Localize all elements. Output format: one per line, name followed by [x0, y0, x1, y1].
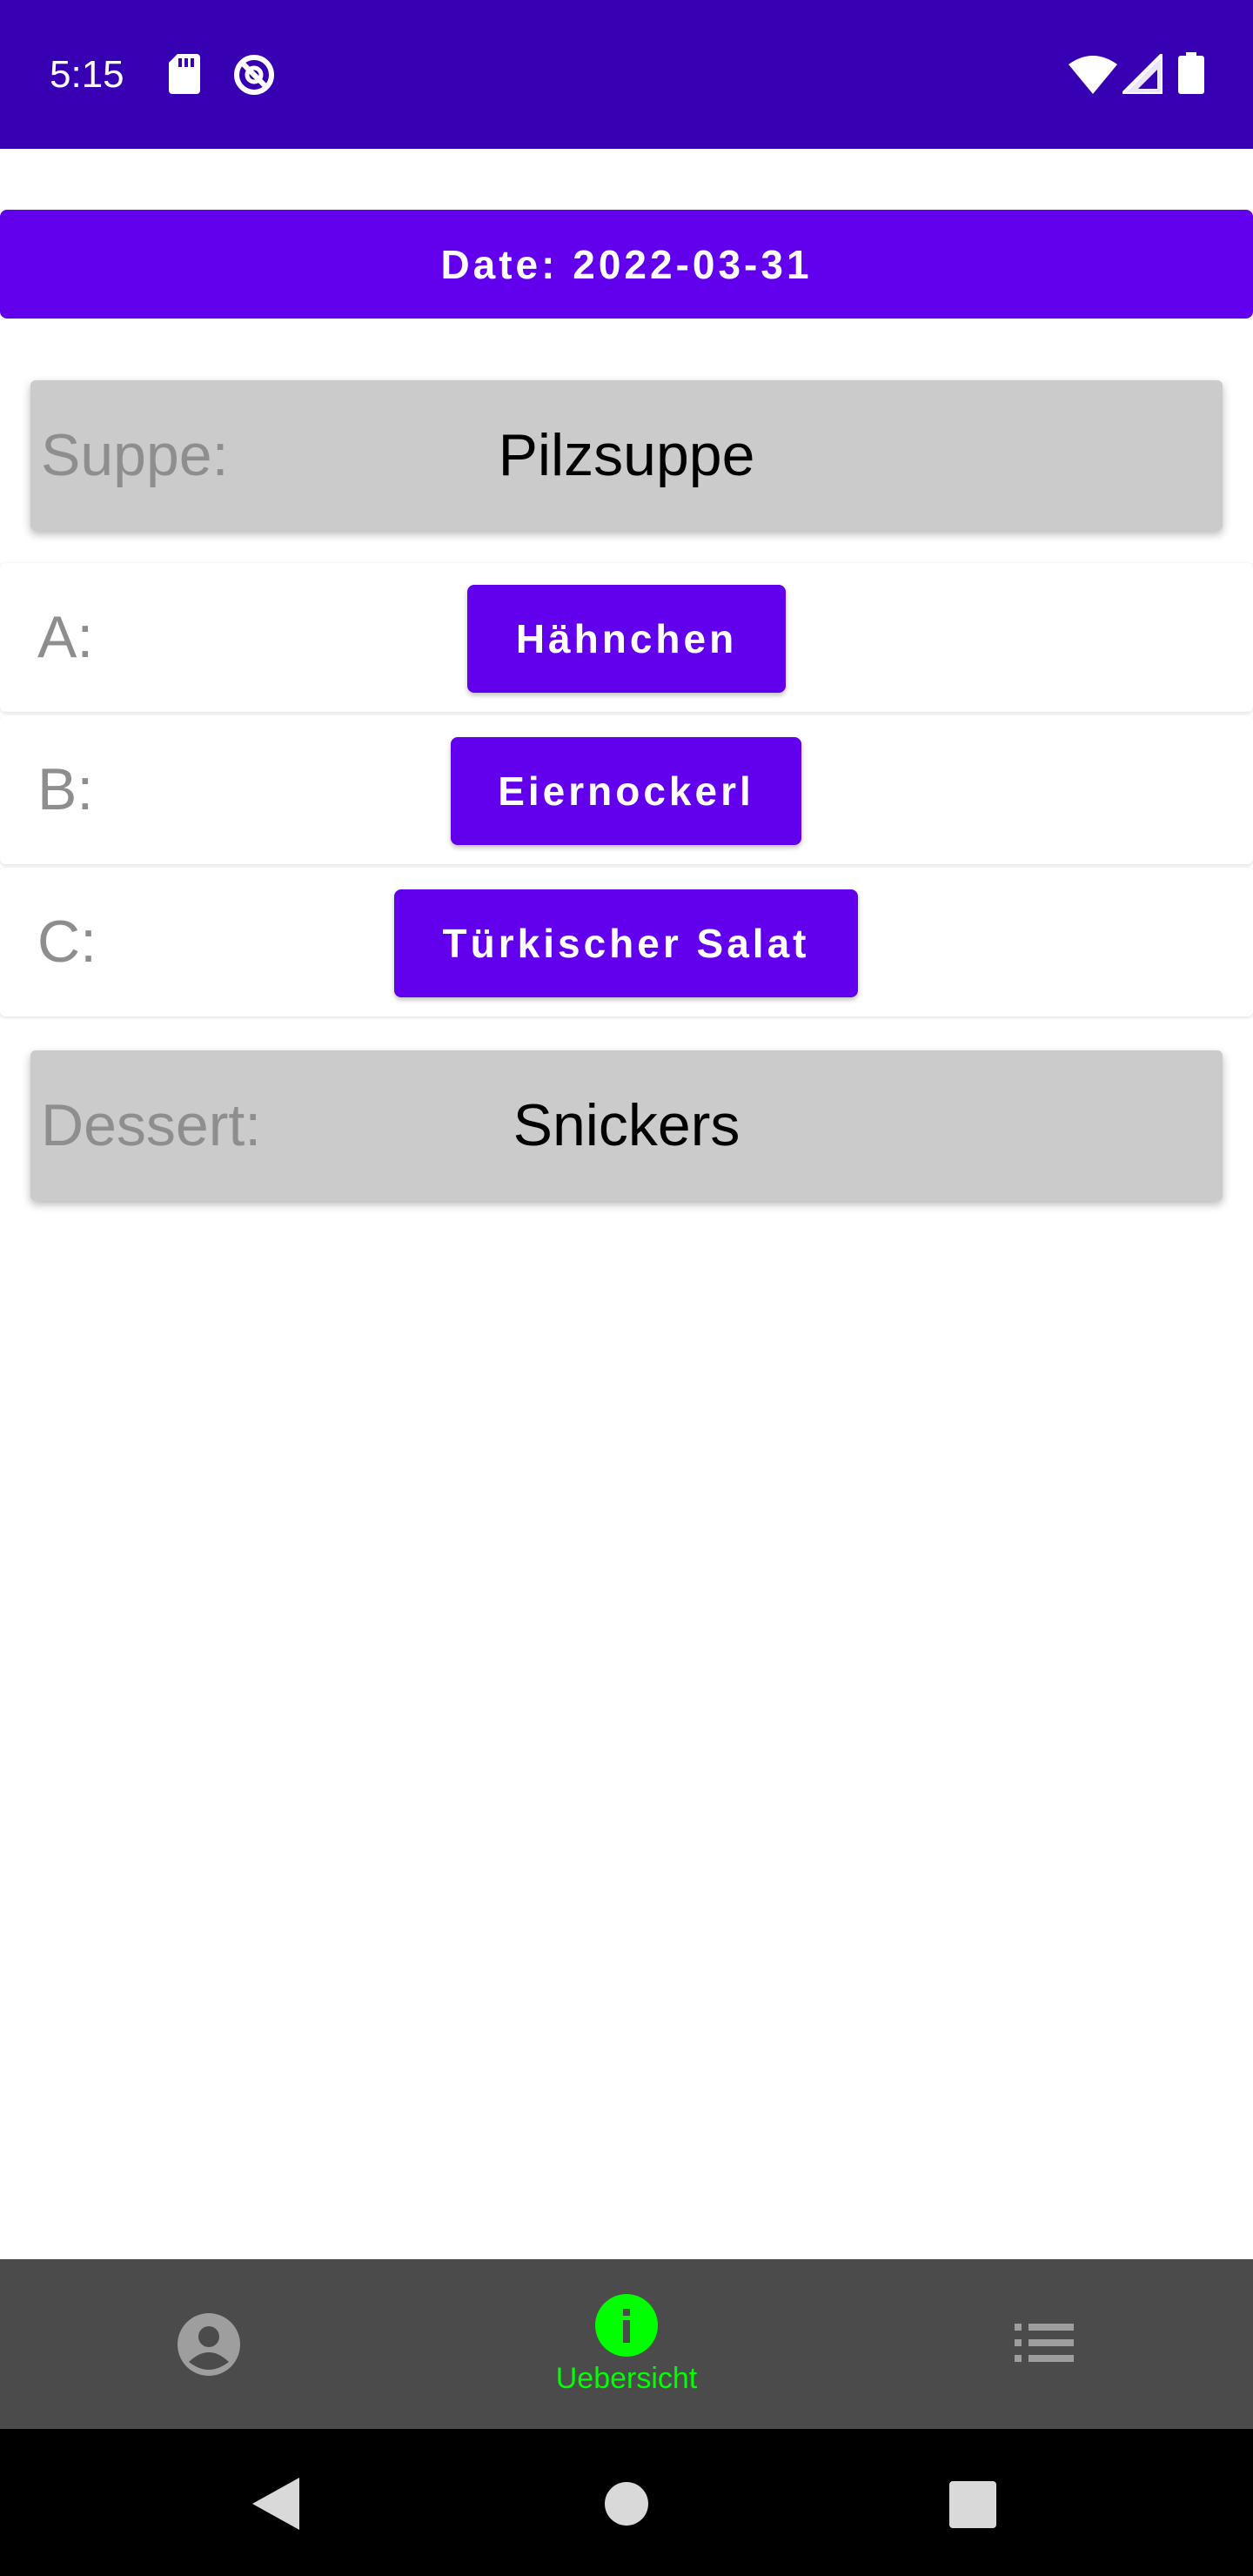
- option-a-button[interactable]: Hähnchen: [467, 585, 786, 693]
- nav-item-account[interactable]: [0, 2259, 418, 2429]
- list-icon: [1015, 2324, 1074, 2362]
- dessert-value: Snickers: [513, 1092, 740, 1158]
- date-header: Date: 2022-03-31: [0, 210, 1253, 319]
- wifi-icon: [1069, 56, 1117, 94]
- soup-card: Suppe: Pilzsuppe: [30, 380, 1223, 531]
- menu-row-c: C: Türkischer Salat: [0, 868, 1253, 1016]
- nav-item-list[interactable]: [835, 2259, 1253, 2429]
- soup-value: Pilzsuppe: [498, 422, 755, 488]
- menu-row-b: B: Eiernockerl: [0, 715, 1253, 864]
- sync-icon: [234, 55, 274, 95]
- battery-icon: [1178, 52, 1204, 94]
- system-navigation-bar: [0, 2429, 1253, 2576]
- home-icon[interactable]: [604, 2481, 649, 2526]
- nav-item-uebersicht[interactable]: Uebersicht: [418, 2259, 835, 2429]
- info-icon: [595, 2294, 658, 2357]
- option-a-label: A:: [37, 604, 94, 670]
- signal-icon: [1122, 54, 1163, 94]
- option-c-button[interactable]: Türkischer Salat: [394, 889, 858, 997]
- recents-icon[interactable]: [949, 2481, 996, 2528]
- nav-label-uebersicht: Uebersicht: [555, 2362, 698, 2395]
- option-b-label: B:: [37, 756, 94, 822]
- account-icon: [178, 2313, 240, 2376]
- status-time: 5:15: [50, 53, 124, 96]
- back-icon[interactable]: [252, 2478, 299, 2530]
- status-bar: 5:15: [0, 0, 1253, 149]
- menu-row-a: A: Hähnchen: [0, 563, 1253, 712]
- option-c-label: C:: [37, 909, 97, 975]
- option-b-button[interactable]: Eiernockerl: [451, 737, 801, 845]
- bottom-navigation: Uebersicht: [0, 2259, 1253, 2429]
- sd-card-icon: [169, 54, 200, 94]
- dessert-card: Dessert: Snickers: [30, 1050, 1223, 1201]
